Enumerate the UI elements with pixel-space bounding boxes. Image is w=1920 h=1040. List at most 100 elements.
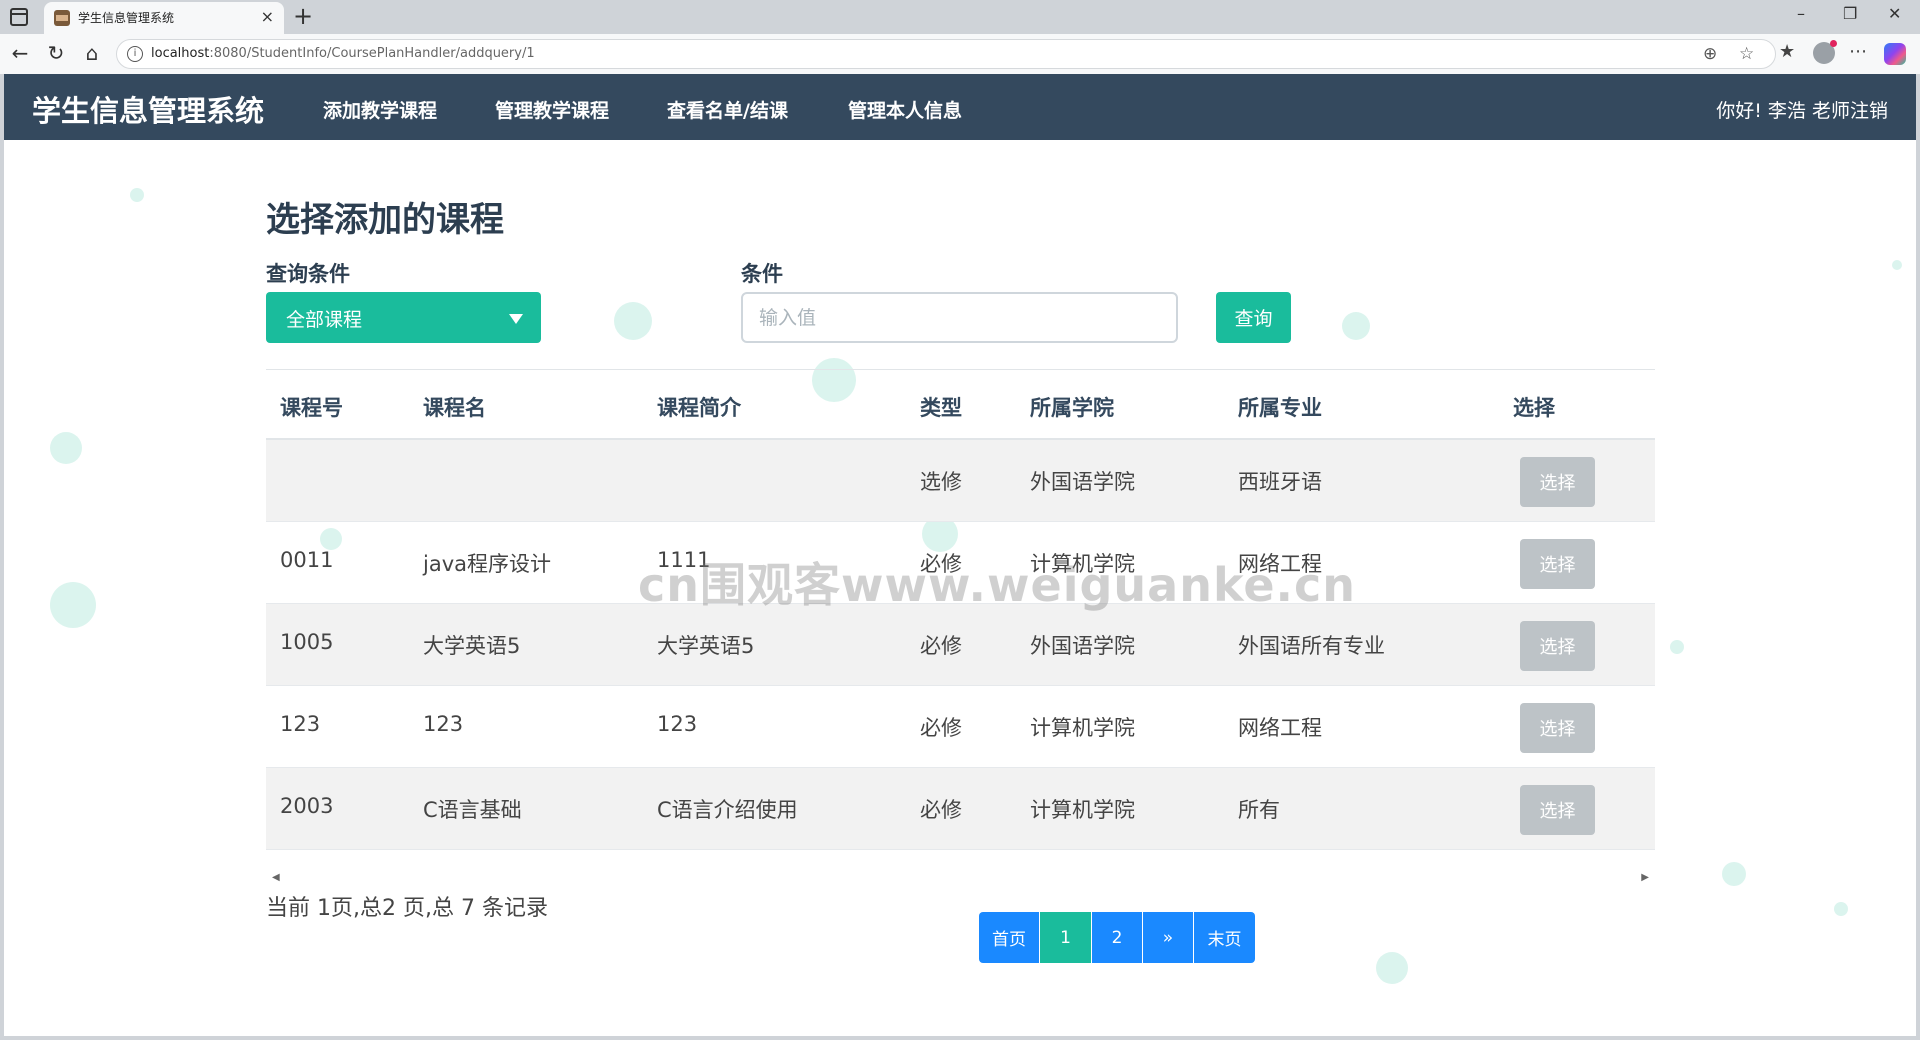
cell-major: 所有 [1238,798,1280,822]
condition-label: 条件 [741,262,783,286]
cell-major: 外国语所有专业 [1238,634,1385,658]
select-course-button[interactable]: 选择 [1520,457,1595,507]
cell-course-id: 2003 [280,794,334,818]
header-course-intro: 课程简介 [657,396,741,420]
query-button[interactable]: 查询 [1216,292,1291,343]
tab-actions-icon[interactable] [10,8,28,26]
watermark: cn围观客www.weiguanke.cn [638,558,1357,612]
select-course-button[interactable]: 选择 [1520,539,1595,589]
header-course-id: 课程号 [280,396,343,420]
table-row: 1005 大学英语5 大学英语5 必修 外国语学院 外国语所有专业 选择 [266,604,1655,686]
cell-course-intro: 123 [657,712,698,736]
cell-course-name: 123 [423,712,464,736]
brand-title[interactable]: 学生信息管理系统 [32,88,264,130]
cell-course-id: 0011 [280,548,334,572]
header-type: 类型 [920,396,962,420]
zoom-icon[interactable]: ⊕ [1703,44,1717,64]
address-bar[interactable]: i localhost:8080/StudentInfo/CoursePlanH… [116,39,1776,69]
home-icon[interactable]: ⌂ [80,42,104,64]
cell-college: 计算机学院 [1030,716,1135,740]
copilot-icon[interactable] [1884,43,1906,65]
query-condition-label: 查询条件 [266,262,350,286]
nav-add-course[interactable]: 添加教学课程 [323,96,437,123]
table-horizontal-scrollbar[interactable]: ◀ ▶ [266,871,1655,885]
cell-course-name: C语言基础 [423,798,522,822]
first-page-button[interactable]: 首页 [979,912,1040,963]
table-header: 课程号 课程名 课程简介 类型 所属学院 所属专业 选择 [266,369,1655,440]
top-navbar: 学生信息管理系统 添加教学课程 管理教学课程 查看名单/结课 管理本人信息 你好… [4,74,1916,140]
user-info: 你好! 李浩 老师注销 [1716,96,1888,123]
cell-course-intro: 大学英语5 [657,634,755,658]
window-close-icon[interactable]: ✕ [1888,4,1901,23]
cell-course-name: 大学英语5 [423,634,521,658]
cell-course-id: 123 [280,712,321,736]
background-dot [614,302,652,340]
back-icon[interactable]: ← [8,42,32,64]
cell-major: 西班牙语 [1238,470,1322,494]
page-title: 选择添加的课程 [266,200,504,240]
scroll-left-arrow-icon[interactable]: ◀ [272,872,280,883]
table-row: 选修 外国语学院 西班牙语 选择 [266,440,1655,522]
logout-link[interactable]: 老师注销 [1812,100,1888,122]
cell-major: 网络工程 [1238,716,1322,740]
cell-college: 外国语学院 [1030,470,1135,494]
cell-course-id: 1005 [280,630,334,654]
nav-view-roster[interactable]: 查看名单/结课 [667,96,788,123]
greeting-text: 你好! [1716,100,1762,122]
scroll-right-arrow-icon[interactable]: ▶ [1641,872,1649,883]
pagination: 首页 1 2 » 末页 [979,912,1255,963]
background-dot [50,582,96,628]
tab-title: 学生信息管理系统 [78,11,175,25]
more-options-icon[interactable]: ⋯ [1849,41,1867,62]
maximize-icon[interactable]: ❐ [1843,4,1857,23]
caret-down-icon [509,314,523,324]
cell-type: 选修 [920,470,962,494]
select-value: 全部课程 [286,309,363,331]
browser-tab-bar: 学生信息管理系统 × + – ❐ ✕ [0,0,1920,34]
header-select: 选择 [1513,396,1555,420]
header-major: 所属专业 [1238,396,1322,420]
favorite-star-icon[interactable]: ☆ [1739,44,1754,64]
background-dot [130,188,144,202]
record-summary: 当前 1页,总2 页,总 7 条记录 [266,896,548,921]
header-course-name: 课程名 [423,396,486,420]
cell-course-intro: C语言介绍使用 [657,798,798,822]
table-row: 123 123 123 必修 计算机学院 网络工程 选择 [266,686,1655,768]
cell-type: 必修 [920,716,962,740]
cell-type: 必修 [920,798,962,822]
browser-toolbar: ← ↻ ⌂ i localhost:8080/StudentInfo/Cours… [0,34,1920,74]
header-college: 所属学院 [1030,396,1114,420]
reload-icon[interactable]: ↻ [44,42,68,64]
browser-tab[interactable]: 学生信息管理系统 × [44,2,284,34]
select-course-button[interactable]: 选择 [1520,621,1595,671]
condition-input[interactable] [741,292,1178,343]
profile-avatar-icon[interactable] [1813,40,1837,64]
background-dot [50,432,82,464]
select-course-button[interactable]: 选择 [1520,703,1595,753]
page-viewport: 学生信息管理系统 添加教学课程 管理教学课程 查看名单/结课 管理本人信息 你好… [4,74,1916,1036]
user-name: 李浩 [1767,100,1806,122]
last-page-button[interactable]: 末页 [1194,912,1255,963]
course-filter-select[interactable]: 全部课程 [266,292,541,343]
tab-close-icon[interactable]: × [261,7,274,26]
nav-manage-profile[interactable]: 管理本人信息 [848,96,962,123]
favorites-icon[interactable]: ★ [1779,41,1795,62]
minimize-icon[interactable]: – [1797,4,1805,23]
cell-college: 外国语学院 [1030,634,1135,658]
table-row: 2003 C语言基础 C语言介绍使用 必修 计算机学院 所有 选择 [266,768,1655,850]
next-page-button[interactable]: » [1143,912,1194,963]
background-dot [1376,952,1408,984]
background-dot [1892,260,1902,270]
page-2-button[interactable]: 2 [1092,912,1143,963]
page-1-button[interactable]: 1 [1040,912,1092,963]
background-dot [1670,640,1684,654]
background-dot [1834,902,1848,916]
cell-type: 必修 [920,634,962,658]
nav-manage-course[interactable]: 管理教学课程 [495,96,609,123]
cell-course-name: java程序设计 [423,552,551,576]
background-dot [1722,862,1746,886]
site-info-icon[interactable]: i [127,46,143,62]
url-text: localhost:8080/StudentInfo/CoursePlanHan… [151,46,535,61]
select-course-button[interactable]: 选择 [1520,785,1595,835]
new-tab-icon[interactable]: + [293,2,313,30]
